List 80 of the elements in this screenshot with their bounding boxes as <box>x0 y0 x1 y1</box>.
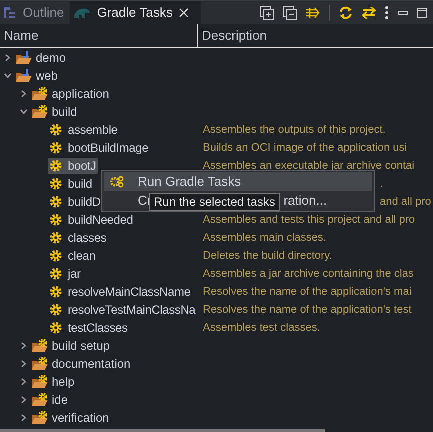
folder-gear-icon <box>32 393 48 407</box>
tree-item[interactable]: build setup <box>52 339 110 353</box>
task-description: Assembles the outputs of this project. <box>203 124 386 136</box>
task-description: Deletes the build directory. <box>203 250 332 262</box>
tree-item[interactable]: verification <box>52 411 110 425</box>
task-item[interactable]: resolveTestMainClassNa <box>48 302 198 318</box>
folder-gear-icon <box>32 357 48 371</box>
task-item[interactable]: bootBuildImage <box>48 140 151 156</box>
gear-icon <box>50 286 62 298</box>
tree-item[interactable]: help <box>52 375 75 389</box>
task-item[interactable]: buildNeeded <box>48 212 136 228</box>
task-description: Resolves the name of the application's mai <box>203 286 412 298</box>
gear-icon <box>50 142 62 154</box>
close-icon[interactable] <box>178 8 189 18</box>
scrollbar[interactable] <box>0 429 325 432</box>
chevron-icon[interactable] <box>20 414 28 422</box>
tooltip: Run the selected tasks <box>149 193 280 211</box>
menu-item[interactable]: Run Gradle Tasks <box>104 172 372 191</box>
minimize-icon[interactable] <box>398 10 408 14</box>
gear-icon <box>50 250 62 262</box>
task-item[interactable]: classes <box>48 230 109 246</box>
swap-arrows-icon[interactable] <box>362 6 376 18</box>
tree-item[interactable]: web <box>36 69 58 83</box>
folder-gear-icon <box>32 411 48 425</box>
gear-icon <box>50 160 62 172</box>
task-description: Assembles a jar archive containing the clas <box>203 268 414 280</box>
expand-all-icon[interactable] <box>260 6 274 20</box>
chevron-icon[interactable] <box>20 360 28 368</box>
more-icon[interactable] <box>385 6 389 20</box>
refresh-icon[interactable] <box>339 6 353 20</box>
column-header[interactable]: Name <box>0 24 198 47</box>
project-folder-icon <box>16 51 32 65</box>
chevron-icon[interactable] <box>4 54 12 62</box>
gear-icon <box>50 304 62 316</box>
gears-icon <box>110 176 124 188</box>
task-item[interactable]: resolveMainClassName <box>48 284 193 300</box>
task-item[interactable]: clean <box>48 248 98 264</box>
tree-item[interactable]: build <box>52 105 78 119</box>
elephant-icon <box>73 6 92 18</box>
collapse-all-icon[interactable] <box>283 6 297 20</box>
folder-gear-icon <box>32 375 48 389</box>
task-description: Assembles test classes. <box>203 322 320 334</box>
chevron-icon[interactable] <box>20 396 28 404</box>
project-folder-icon <box>16 69 32 83</box>
tree-item[interactable]: demo <box>36 51 66 65</box>
task-item[interactable]: testClasses <box>48 320 130 336</box>
tree-item[interactable]: application <box>52 87 110 101</box>
gear-icon <box>50 268 62 280</box>
task-description: Assembles main classes. <box>203 232 326 244</box>
filter-icon[interactable] <box>306 6 320 18</box>
folder-gear-icon <box>32 87 48 101</box>
task-description: Builds an OCI image of the application usi <box>203 142 408 154</box>
task-item[interactable]: bootJ <box>48 158 98 174</box>
view-tab[interactable]: Outline <box>0 1 70 24</box>
task-item[interactable]: jar <box>48 266 83 282</box>
gear-icon <box>50 214 62 226</box>
task-item[interactable]: buildD <box>48 194 103 210</box>
gear-icon <box>50 322 62 334</box>
gear-icon <box>50 232 62 244</box>
task-description: Assembles and tests this project and all pro <box>203 214 416 226</box>
task-description: . <box>380 178 384 190</box>
chevron-icon[interactable] <box>20 378 28 386</box>
chevron-icon[interactable] <box>20 342 28 350</box>
column-header[interactable]: Description <box>198 24 268 47</box>
task-item[interactable]: assemble <box>48 122 120 138</box>
chevron-icon[interactable] <box>4 72 12 80</box>
task-description: and all pro <box>380 196 432 208</box>
folder-gear-icon <box>32 339 48 353</box>
gear-icon <box>50 124 62 136</box>
task-item[interactable]: build <box>48 176 94 192</box>
tree-item[interactable]: ide <box>52 393 68 407</box>
folder-gear-icon <box>32 105 48 119</box>
gear-icon <box>50 196 62 208</box>
gear-icon <box>50 178 62 190</box>
view-tab[interactable]: Gradle Tasks <box>70 1 201 24</box>
task-description: Resolves the name of the application's test <box>203 304 412 316</box>
tree-item[interactable]: documentation <box>52 357 131 371</box>
chevron-icon[interactable] <box>20 108 28 116</box>
maximize-icon[interactable] <box>417 8 427 18</box>
chevron-icon[interactable] <box>20 90 28 98</box>
